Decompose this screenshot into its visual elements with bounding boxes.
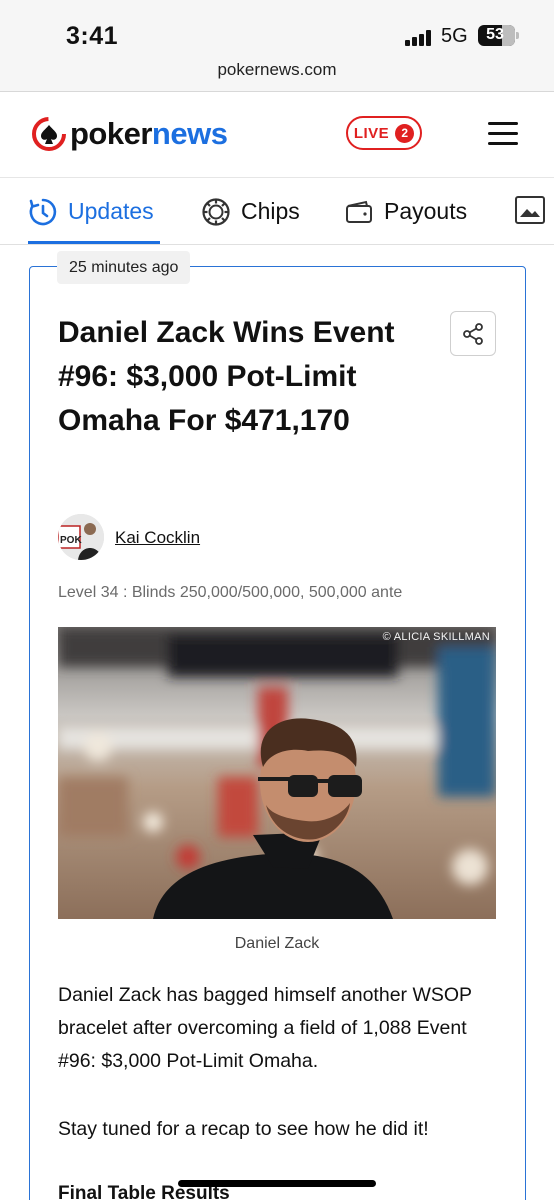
wallet-icon bbox=[346, 200, 372, 223]
logo-text-poker: poker bbox=[70, 116, 152, 151]
live-count-badge: 2 bbox=[395, 123, 415, 143]
tab-payouts-label: Payouts bbox=[384, 198, 468, 224]
player-photo: © ALICIA SKILLMAN bbox=[58, 627, 496, 919]
tab-payouts[interactable]: Payouts bbox=[344, 178, 467, 245]
tab-updates-label: Updates bbox=[68, 198, 154, 224]
battery-level: 53 bbox=[486, 26, 504, 43]
live-button[interactable]: LIVE 2 bbox=[346, 116, 422, 150]
post-headline: Daniel Zack Wins Event #96: $3,000 Pot-L… bbox=[58, 316, 395, 437]
share-icon bbox=[463, 322, 483, 345]
hamburger-menu-icon[interactable] bbox=[488, 122, 520, 146]
clock-refresh-icon bbox=[29, 198, 57, 225]
signal-icon bbox=[405, 30, 433, 46]
live-label: LIVE bbox=[353, 124, 390, 142]
photo-caption: Daniel Zack bbox=[234, 935, 320, 952]
image-gallery-icon[interactable] bbox=[515, 196, 545, 224]
logo-text-news: news bbox=[151, 116, 228, 151]
author-link[interactable]: Kai Cocklin bbox=[115, 528, 200, 548]
blinds-level: Level 34 : Blinds 250,000/500,000, 500,0… bbox=[58, 584, 403, 601]
author-avatar[interactable]: POK bbox=[58, 514, 104, 560]
url-text: pokernews.com bbox=[217, 60, 337, 79]
active-tab-indicator bbox=[28, 241, 160, 244]
tab-chips-label: Chips bbox=[241, 198, 300, 224]
address-bar[interactable]: pokernews.com bbox=[0, 58, 554, 92]
status-bar: 3:41 5G 53 bbox=[0, 0, 554, 58]
pokernews-logo[interactable]: pokernews bbox=[32, 116, 228, 152]
photo-credit: © ALICIA SKILLMAN bbox=[382, 631, 490, 643]
tab-chips[interactable]: Chips bbox=[201, 178, 300, 245]
share-button[interactable] bbox=[450, 311, 496, 356]
status-time: 3:41 bbox=[66, 22, 119, 50]
tab-updates[interactable]: Updates bbox=[28, 178, 154, 245]
battery-icon: 53 bbox=[478, 25, 519, 46]
svg-text:POK: POK bbox=[60, 535, 82, 546]
timestamp-badge: 25 minutes ago bbox=[57, 251, 191, 284]
spade-logo-icon bbox=[32, 117, 66, 151]
poker-chip-icon bbox=[202, 197, 230, 226]
home-indicator[interactable] bbox=[178, 1180, 376, 1187]
body-paragraph-1: Daniel Zack has bagged himself another W… bbox=[58, 984, 472, 1072]
network-type: 5G bbox=[441, 25, 468, 47]
body-paragraph-2: Stay tuned for a recap to see how he did… bbox=[58, 1118, 429, 1140]
site-header: pokernews LIVE 2 bbox=[0, 92, 554, 178]
tab-bar: Updates Chips Payouts bbox=[0, 178, 554, 245]
